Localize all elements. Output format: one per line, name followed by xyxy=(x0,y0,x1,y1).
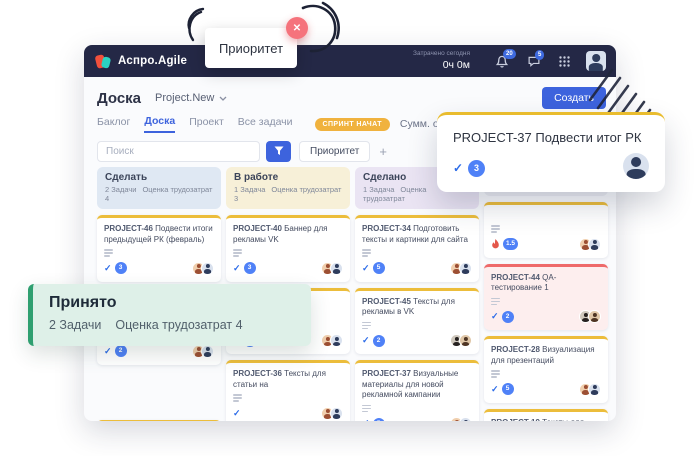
screenshot-stage: Аспро.Agile + Сп Затрачено сегодня 0ч 0м… xyxy=(0,0,700,456)
avatar xyxy=(330,407,343,420)
task-card[interactable]: PROJECT-19 Тексты для рекламы VK ✓5 xyxy=(484,409,608,422)
avatar xyxy=(588,383,601,396)
task-id: PROJECT-44 xyxy=(491,273,540,282)
check-icon: ✓ xyxy=(453,161,463,175)
check-icon: ✓ xyxy=(104,346,112,357)
description-icon xyxy=(362,322,371,330)
task-card-popup[interactable]: PROJECT-37 Подвести итог РК ✓ 3 xyxy=(437,112,665,192)
time-tracker: Затрачено сегодня 0ч 0м xyxy=(413,50,470,71)
description-icon xyxy=(233,249,242,257)
task-card[interactable]: PROJECT-44 QA-тестирование 1 ✓2 xyxy=(484,264,608,331)
estimate-badge: 3 xyxy=(468,160,485,177)
task-id: PROJECT-46 xyxy=(104,224,153,233)
add-filter-icon[interactable]: + xyxy=(379,144,387,159)
column-accepted: 1.5 PROJECT-44 QA-тестирование 1 ✓2 PROJ… xyxy=(484,167,608,421)
flame-icon xyxy=(491,239,500,250)
tab-backlog[interactable]: Баклог xyxy=(97,116,130,132)
priority-filter-chip[interactable]: Приоритет xyxy=(299,141,370,162)
avatar xyxy=(588,310,601,323)
avatar xyxy=(330,262,343,275)
task-card[interactable]: PROJECT-48 Подвести итоги РК ✓3 xyxy=(97,420,221,422)
tooltip-label: Приоритет xyxy=(219,41,283,56)
tab-all-tasks[interactable]: Все задачи xyxy=(238,116,293,132)
task-id: PROJECT-40 xyxy=(233,224,282,233)
tab-board[interactable]: Доска xyxy=(144,115,175,133)
task-id: PROJECT-45 xyxy=(362,297,411,306)
task-card[interactable]: PROJECT-28 Визуализация для презентаций … xyxy=(484,336,608,403)
tab-project[interactable]: Проект xyxy=(189,116,224,132)
page-title: Доска xyxy=(97,90,141,107)
check-icon: ✓ xyxy=(362,263,370,274)
avatar xyxy=(459,262,472,275)
notifications-button[interactable]: 20 xyxy=(495,54,509,68)
task-card[interactable]: PROJECT-34 Подготовить тексты и картинки… xyxy=(355,215,479,282)
accepted-title: Принято xyxy=(49,294,295,312)
chevron-down-icon xyxy=(219,96,227,101)
avatar xyxy=(459,334,472,347)
avatar xyxy=(330,334,343,347)
notifications-count: 20 xyxy=(503,49,516,59)
avatar xyxy=(459,417,472,421)
description-icon xyxy=(491,370,500,378)
board-search-input[interactable] xyxy=(97,141,260,162)
estimate-badge: 5 xyxy=(373,262,385,274)
check-icon: ✓ xyxy=(233,408,241,419)
avatar xyxy=(201,345,214,358)
task-card[interactable]: PROJECT-46 Подвести итоги предыдущей РК … xyxy=(97,215,221,282)
column-header[interactable]: Сделать 2 ЗадачиОценка трудозатрат 4 xyxy=(97,167,221,209)
task-id: PROJECT-28 xyxy=(491,345,540,354)
priority-tooltip: Приоритет ✕ xyxy=(205,28,297,68)
project-select[interactable]: Project.New xyxy=(155,92,227,104)
messages-count: 5 xyxy=(535,50,544,60)
estimate-badge: 2 xyxy=(502,311,514,323)
estimate-badge: 3 xyxy=(244,262,256,274)
description-icon xyxy=(491,298,500,306)
task-id: PROJECT-37 xyxy=(362,369,411,378)
accepted-meta: 2 ЗадачиОценка трудозатрат 4 xyxy=(49,318,295,332)
check-icon: ✓ xyxy=(362,418,370,421)
messages-button[interactable]: 5 xyxy=(527,55,541,68)
app-header: Аспро.Agile + Сп Затрачено сегодня 0ч 0м… xyxy=(84,45,616,77)
funnel-icon xyxy=(274,146,284,156)
estimate-badge: 5 xyxy=(502,383,514,395)
task-id: PROJECT-19 xyxy=(491,418,540,422)
estimate-badge: 5 xyxy=(373,418,385,422)
popup-task-title: PROJECT-37 Подвести итог РК xyxy=(453,130,649,145)
description-icon xyxy=(104,249,113,257)
task-card[interactable]: 1.5 xyxy=(484,202,608,258)
avatar xyxy=(623,153,649,179)
description-icon xyxy=(233,394,242,402)
estimate-badge: 1.5 xyxy=(503,238,518,250)
description-icon xyxy=(491,225,500,233)
check-icon: ✓ xyxy=(233,263,241,274)
estimate-badge: 2 xyxy=(373,335,385,347)
check-icon: ✓ xyxy=(104,263,112,274)
app-window: Аспро.Agile + Сп Затрачено сегодня 0ч 0м… xyxy=(84,45,616,421)
column-done: Сделано 1 ЗадачаОценка трудозатрат PROJE… xyxy=(355,167,479,421)
task-card[interactable]: PROJECT-40 Баннер для рекламы VK ✓3 xyxy=(226,215,350,282)
description-icon xyxy=(362,249,371,257)
estimate-badge: 3 xyxy=(115,262,127,274)
task-card[interactable]: PROJECT-45 Тексты для рекламы в VK ✓2 xyxy=(355,288,479,355)
check-icon: ✓ xyxy=(362,335,370,346)
filter-button[interactable] xyxy=(266,141,291,162)
apps-menu-button[interactable] xyxy=(559,56,570,67)
sprint-status-badge: СПРИНТ НАЧАТ xyxy=(315,118,390,131)
check-icon: ✓ xyxy=(491,311,499,322)
task-card[interactable]: PROJECT-36 Тексты для статьи на ✓ xyxy=(226,360,350,421)
app-logo-icon[interactable] xyxy=(96,54,111,69)
avatar xyxy=(588,238,601,251)
estimate-badge: 2 xyxy=(115,345,127,357)
check-icon: ✓ xyxy=(491,384,499,395)
task-id: PROJECT-34 xyxy=(362,224,411,233)
task-card[interactable]: PROJECT-37 Визуальные материалы для ново… xyxy=(355,360,479,421)
avatar xyxy=(201,262,214,275)
task-id: PROJECT-36 xyxy=(233,369,282,378)
close-icon[interactable]: ✕ xyxy=(286,17,308,39)
description-icon xyxy=(362,405,371,413)
column-header[interactable]: В работе 1 ЗадачаОценка трудозатрат 3 xyxy=(226,167,350,209)
apps-grid-icon xyxy=(559,56,570,67)
app-name: Аспро.Agile xyxy=(118,55,187,67)
accepted-status-panel: Принято 2 ЗадачиОценка трудозатрат 4 xyxy=(28,284,311,346)
